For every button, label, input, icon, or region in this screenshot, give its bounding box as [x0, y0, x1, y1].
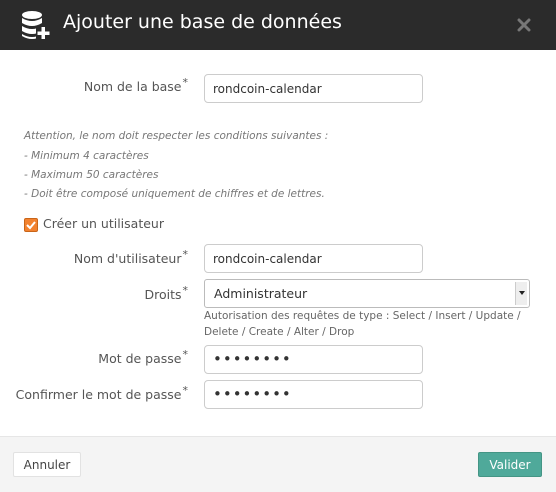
modal-body: Nom de la base* Attention, le nom doit r… — [0, 50, 556, 436]
chevron-down-icon — [515, 282, 527, 305]
password-input[interactable]: •••••••• — [204, 345, 423, 374]
checkmark-icon — [26, 221, 36, 230]
rights-help-line: Delete / Create / Alter / Drop — [204, 326, 355, 338]
rights-label: Droits* — [144, 284, 188, 302]
modal-footer: Annuler Valider — [0, 436, 556, 492]
rights-help-line: Autorisation des requêtes de type : Sele… — [204, 310, 521, 322]
modal-header: Ajouter une base de données — [0, 0, 556, 50]
db-name-input[interactable] — [204, 74, 423, 103]
create-user-checkbox[interactable] — [24, 218, 38, 232]
database-add-icon — [22, 11, 50, 40]
note-line: - Minimum 4 caractères — [24, 150, 149, 162]
close-icon[interactable] — [517, 18, 531, 32]
password-label: Mot de passe* — [98, 348, 188, 366]
modal-title: Ajouter une base de données — [63, 11, 342, 33]
submit-button[interactable]: Valider — [478, 452, 542, 477]
username-label: Nom d'utilisateur* — [73, 248, 188, 266]
cancel-button[interactable]: Annuler — [13, 452, 81, 477]
note-line: Attention, le nom doit respecter les con… — [24, 130, 329, 142]
rights-selected-value: Administrateur — [214, 286, 308, 301]
password-confirm-input[interactable]: •••••••• — [204, 380, 423, 409]
note-line: - Doit être composé uniquement de chiffr… — [24, 188, 325, 200]
db-name-label: Nom de la base* — [83, 76, 188, 94]
note-line: - Maximum 50 caractères — [24, 169, 159, 181]
password-confirm-label: Confirmer le mot de passe* — [15, 384, 188, 402]
rights-select[interactable]: Administrateur — [204, 279, 530, 308]
create-user-label[interactable]: Créer un utilisateur — [43, 216, 164, 231]
username-input[interactable] — [204, 244, 423, 273]
